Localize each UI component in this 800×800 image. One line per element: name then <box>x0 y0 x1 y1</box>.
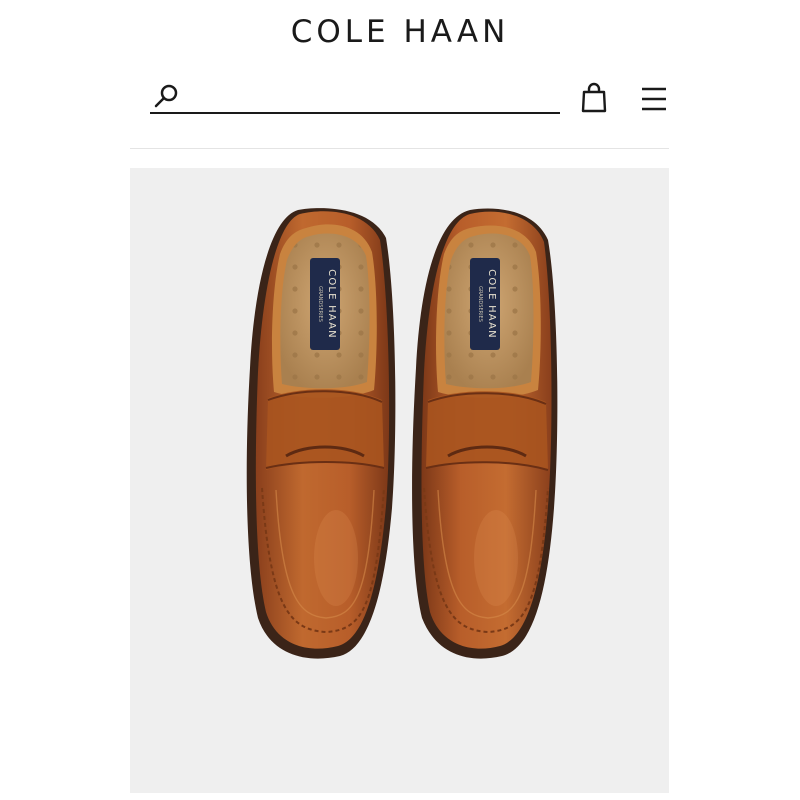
brand-logo[interactable]: COLE HAAN <box>0 14 800 50</box>
product-image[interactable]: COLE HAAN GRANDSERIES COLE HAAN GRANDSER… <box>130 168 669 793</box>
left-shoe: COLE HAAN GRANDSERIES <box>246 208 396 659</box>
shopping-bag-icon[interactable] <box>580 82 608 114</box>
search-input[interactable] <box>184 84 558 110</box>
penny-loafer-pair-image: COLE HAAN GRANDSERIES COLE HAAN GRANDSER… <box>246 208 558 659</box>
insole-line-right: GRANDSERIES <box>477 286 483 322</box>
insole-brand-left: COLE HAAN <box>326 269 337 339</box>
search-icon[interactable] <box>152 82 180 110</box>
insole-brand-right: COLE HAAN <box>486 269 497 339</box>
search-bar[interactable] <box>150 80 560 114</box>
insole-line-left: GRANDSERIES <box>317 286 323 322</box>
hamburger-menu-icon[interactable] <box>640 86 668 112</box>
header-divider <box>130 148 669 149</box>
right-shoe: COLE HAAN GRANDSERIES <box>412 208 558 659</box>
